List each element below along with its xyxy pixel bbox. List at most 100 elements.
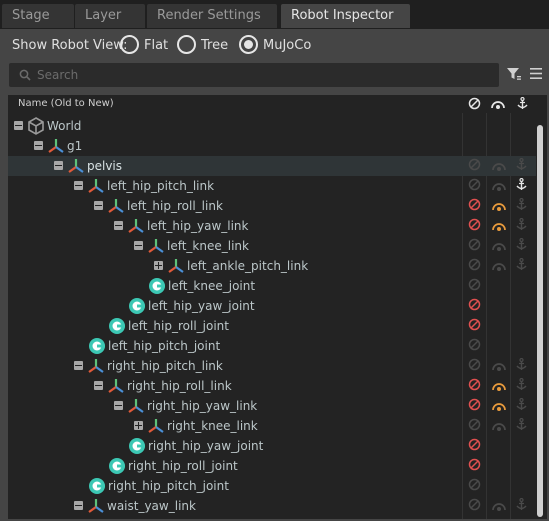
disable-icon[interactable] (468, 478, 481, 491)
tab-render-settings[interactable]: Render Settings (147, 4, 277, 28)
disable-icon[interactable] (468, 278, 481, 291)
collapse-button[interactable] (94, 201, 103, 210)
filter-icon[interactable] (506, 67, 522, 81)
anchor-icon[interactable] (516, 258, 527, 271)
anchor-icon[interactable] (516, 178, 527, 191)
tree-row-label[interactable]: right_knee_link (167, 419, 258, 433)
tab-stage[interactable]: Stage (2, 4, 74, 28)
disable-icon[interactable] (468, 358, 481, 371)
tree-row-label[interactable]: right_hip_roll_joint (128, 459, 238, 473)
tree-row-label[interactable]: left_hip_roll_link (127, 199, 223, 213)
tree-row[interactable]: right_knee_link (8, 416, 536, 436)
tree-row[interactable]: right_hip_pitch_link (8, 356, 536, 376)
anchor-icon[interactable] (516, 158, 527, 171)
tree-row[interactable]: left_hip_pitch_joint (8, 336, 536, 356)
anchor-icon[interactable] (516, 378, 527, 391)
tree-row-label[interactable]: right_hip_yaw_joint (148, 439, 263, 453)
disable-icon[interactable] (468, 458, 481, 471)
expand-button[interactable] (154, 261, 163, 270)
tree-row[interactable]: left_knee_joint (8, 276, 536, 296)
column-header-name[interactable]: Name (Old to New) (18, 98, 114, 109)
disable-icon[interactable] (468, 198, 481, 211)
tree-row-label[interactable]: left_hip_roll_joint (128, 319, 229, 333)
joint-limit-icon[interactable] (490, 98, 506, 110)
radio-mujoco[interactable] (239, 35, 258, 54)
tree-row[interactable]: g1 (8, 136, 536, 156)
tree-row[interactable]: World (8, 116, 536, 136)
tree-row-label[interactable]: left_knee_link (167, 239, 249, 253)
disable-icon[interactable] (468, 298, 481, 311)
collapse-button[interactable] (54, 161, 63, 170)
radio-mujoco-label[interactable]: MuJoCo (263, 38, 311, 53)
disable-icon[interactable] (468, 218, 481, 231)
tree-row-label[interactable]: left_hip_pitch_joint (108, 339, 220, 353)
joint-limit-icon[interactable] (491, 360, 507, 372)
disable-icon[interactable] (468, 378, 481, 391)
disable-icon[interactable] (468, 438, 481, 451)
disable-icon[interactable] (468, 97, 481, 110)
tree-row-label[interactable]: right_hip_pitch_link (107, 359, 223, 373)
joint-limit-icon[interactable] (491, 180, 507, 192)
tree-row-label[interactable]: g1 (67, 139, 82, 153)
anchor-icon[interactable] (516, 358, 527, 371)
disable-icon[interactable] (468, 178, 481, 191)
tree-row[interactable]: right_hip_yaw_link (8, 396, 536, 416)
anchor-icon[interactable] (516, 418, 527, 431)
collapse-button[interactable] (114, 401, 123, 410)
collapse-button[interactable] (74, 361, 83, 370)
tree-row-label[interactable]: left_hip_pitch_link (107, 179, 214, 193)
joint-limit-icon[interactable] (491, 400, 507, 412)
radio-tree[interactable] (177, 35, 196, 54)
disable-icon[interactable] (468, 498, 481, 511)
tree-row-label[interactable]: World (47, 119, 81, 133)
disable-icon[interactable] (468, 158, 481, 171)
collapse-button[interactable] (34, 141, 43, 150)
tree-row[interactable]: left_hip_roll_joint (8, 316, 536, 336)
tree-row[interactable]: right_hip_yaw_joint (8, 436, 536, 456)
tab-robot-inspector[interactable]: Robot Inspector (281, 4, 410, 28)
collapse-button[interactable] (114, 221, 123, 230)
tree-row[interactable]: right_hip_roll_joint (8, 456, 536, 476)
tree-row[interactable]: pelvis (8, 156, 536, 176)
joint-limit-icon[interactable] (491, 160, 507, 172)
disable-icon[interactable] (468, 258, 481, 271)
radio-tree-label[interactable]: Tree (201, 38, 228, 53)
collapse-button[interactable] (14, 121, 23, 130)
joint-limit-icon[interactable] (491, 220, 507, 232)
radio-flat[interactable] (120, 35, 139, 54)
joint-limit-icon[interactable] (491, 380, 507, 392)
tree-row-label[interactable]: left_knee_joint (168, 279, 255, 293)
tree-row[interactable]: left_ankle_pitch_link (8, 256, 536, 276)
tree-row[interactable]: left_hip_roll_link (8, 196, 536, 216)
anchor-icon[interactable] (516, 218, 527, 231)
anchor-icon[interactable] (516, 398, 527, 411)
radio-flat-label[interactable]: Flat (144, 38, 168, 53)
disable-icon[interactable] (468, 238, 481, 251)
joint-limit-icon[interactable] (491, 200, 507, 212)
collapse-button[interactable] (94, 381, 103, 390)
tree-row[interactable]: left_hip_yaw_link (8, 216, 536, 236)
tree-row[interactable]: waist_yaw_link (8, 496, 536, 516)
joint-limit-icon[interactable] (491, 500, 507, 512)
tree-row[interactable]: left_knee_link (8, 236, 536, 256)
joint-limit-icon[interactable] (491, 420, 507, 432)
tree-row[interactable]: left_hip_pitch_link (8, 176, 536, 196)
tree-row-label[interactable]: waist_yaw_link (107, 499, 196, 513)
tab-layer[interactable]: Layer (75, 4, 145, 28)
disable-icon[interactable] (468, 418, 481, 431)
tree-row-label[interactable]: right_hip_pitch_joint (108, 479, 229, 493)
joint-limit-icon[interactable] (491, 240, 507, 252)
anchor-icon[interactable] (516, 238, 527, 251)
tree-row-label[interactable]: right_hip_roll_link (127, 379, 232, 393)
tree-row-label[interactable]: left_hip_yaw_link (147, 219, 248, 233)
disable-icon[interactable] (468, 318, 481, 331)
tree-scrollbar[interactable] (537, 125, 543, 517)
tree-row[interactable]: left_hip_yaw_joint (8, 296, 536, 316)
menu-icon[interactable] (530, 68, 542, 79)
collapse-button[interactable] (74, 181, 83, 190)
tree-row-label[interactable]: pelvis (87, 159, 122, 173)
disable-icon[interactable] (468, 398, 481, 411)
anchor-icon[interactable] (517, 97, 528, 110)
disable-icon[interactable] (468, 338, 481, 351)
collapse-button[interactable] (74, 501, 83, 510)
